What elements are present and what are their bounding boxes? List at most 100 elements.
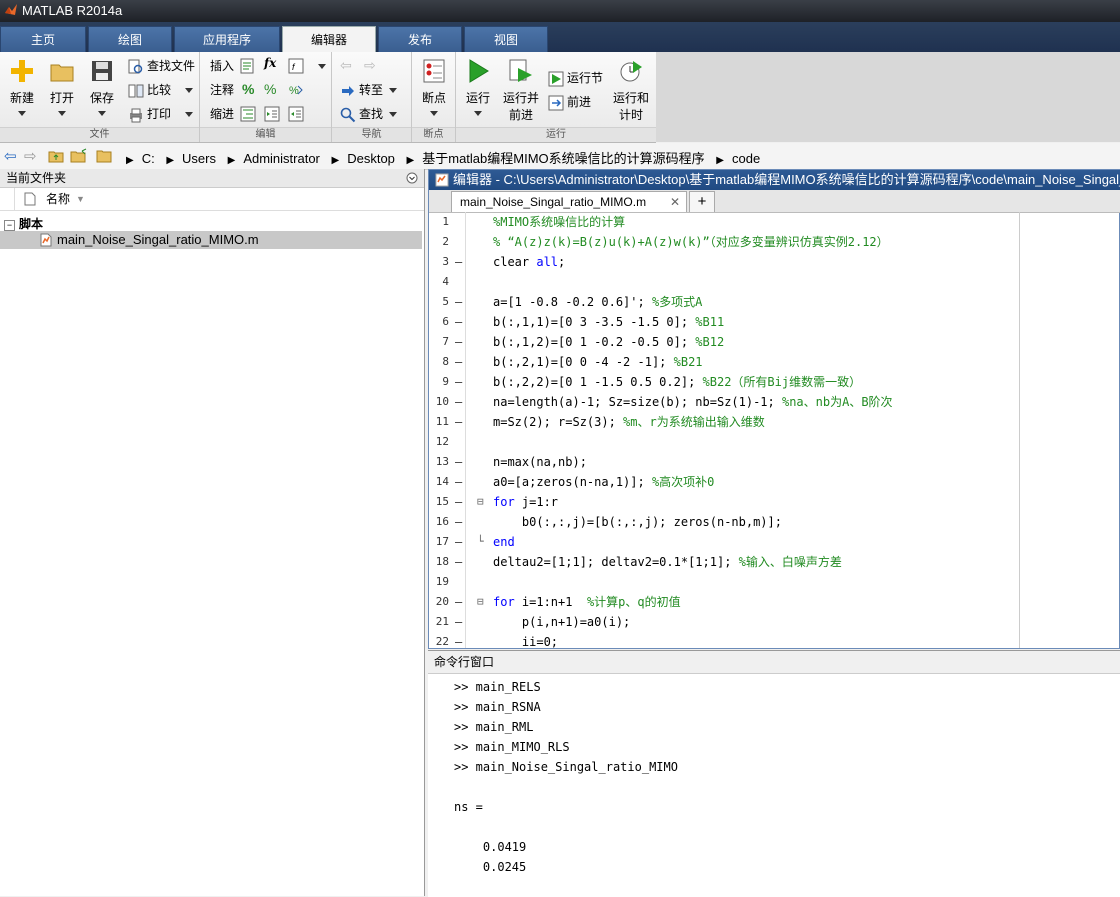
panel-menu-icon[interactable]: [406, 172, 418, 184]
command-window[interactable]: 命令行窗口 >> main_RELS >> main_RSNA >> main_RM…: [428, 650, 1120, 897]
collapse-icon[interactable]: −: [4, 220, 15, 231]
breadcrumb-item[interactable]: 基于matlab编程MIMO系统噪信比的计算源码程序: [422, 151, 704, 166]
tab-home[interactable]: 主页: [0, 26, 86, 52]
code-line[interactable]: 14– a0=[a;zeros(n-na,1)]; %高次项补0: [429, 472, 1120, 492]
close-icon[interactable]: ✕: [670, 192, 680, 212]
forward-arrow-icon[interactable]: ⇨: [24, 147, 37, 165]
code-line[interactable]: 4: [429, 272, 1120, 292]
breakpoint-marker[interactable]: –: [455, 312, 462, 332]
wrap-comments-icon[interactable]: %: [288, 82, 304, 98]
percent-icon[interactable]: %: [242, 81, 254, 97]
new-button[interactable]: 新建: [2, 56, 42, 120]
breakpoint-marker[interactable]: –: [455, 632, 462, 648]
find-files-icon: [128, 59, 143, 74]
breakpoint-marker[interactable]: –: [455, 452, 462, 472]
fold-icon[interactable]: ⊟: [477, 592, 484, 612]
comment-button[interactable]: 注释: [210, 80, 234, 100]
code-line[interactable]: 18– deltau2=[1;1]; deltav2=0.1*[1;1]; %输入…: [429, 552, 1120, 572]
breakpoint-marker[interactable]: –: [455, 612, 462, 632]
breakpoint-marker[interactable]: –: [455, 292, 462, 312]
run-button[interactable]: 运行: [458, 56, 498, 120]
code-line[interactable]: 8– b(:,2,1)=[0 0 -4 -2 -1]; %B21: [429, 352, 1120, 372]
code-line[interactable]: 10– na=length(a)-1; Sz=size(b); nb=Sz(1)-…: [429, 392, 1120, 412]
goto-button[interactable]: 转至: [340, 80, 398, 100]
chevron-down-icon[interactable]: [318, 64, 326, 69]
breakpoint-marker[interactable]: –: [455, 392, 462, 412]
run-section-button[interactable]: 运行节: [548, 68, 603, 88]
smart-indent-icon[interactable]: [240, 106, 256, 122]
code-line[interactable]: 9– b(:,2,2)=[0 1 -1.5 0.5 0.2]; %B22（所有Bi…: [429, 372, 1120, 392]
breakpoint-marker[interactable]: –: [455, 352, 462, 372]
code-line[interactable]: 12: [429, 432, 1120, 452]
code-line[interactable]: 3– clear all;: [429, 252, 1120, 272]
save-button[interactable]: 保存: [82, 56, 122, 120]
tab-view[interactable]: 视图: [464, 26, 548, 52]
forward-arrow-icon[interactable]: ⇨: [364, 57, 376, 74]
find-button[interactable]: 查找: [340, 104, 398, 124]
indent-button[interactable]: 缩进: [210, 104, 234, 124]
fx-icon[interactable]: fx: [264, 56, 276, 70]
tab-apps[interactable]: 应用程序: [174, 26, 280, 52]
code-line[interactable]: 19: [429, 572, 1120, 592]
code-line[interactable]: 1 %MIMO系统噪信比的计算: [429, 212, 1120, 232]
breakpoint-marker[interactable]: –: [455, 412, 462, 432]
increase-indent-icon[interactable]: [264, 106, 280, 122]
compare-button[interactable]: 比较: [128, 80, 194, 100]
breakpoint-marker[interactable]: –: [455, 512, 462, 532]
insert-section-icon[interactable]: [240, 58, 256, 74]
code-line[interactable]: 13– n=max(na,nb);: [429, 452, 1120, 472]
breadcrumb-item[interactable]: Administrator: [243, 151, 320, 166]
back-arrow-icon[interactable]: ⇦: [340, 57, 352, 74]
tab-plots[interactable]: 绘图: [88, 26, 172, 52]
back-arrow-icon[interactable]: ⇦: [4, 147, 17, 165]
uncomment-icon[interactable]: %: [264, 81, 276, 97]
browse-folder-icon[interactable]: [70, 148, 88, 164]
tab-publish[interactable]: 发布: [378, 26, 462, 52]
breakpoint-marker[interactable]: –: [455, 372, 462, 392]
print-button[interactable]: 打印: [128, 104, 194, 124]
code-line[interactable]: 15– ⊟ for j=1:r: [429, 492, 1120, 512]
editor-file-tab[interactable]: main_Noise_Singal_ratio_MIMO.m ✕: [451, 191, 687, 212]
open-button[interactable]: 打开: [42, 56, 82, 120]
breakpoint-marker[interactable]: –: [455, 552, 462, 572]
breadcrumb-item[interactable]: Desktop: [347, 151, 395, 166]
breakpoint-marker[interactable]: –: [455, 252, 462, 272]
breadcrumb-item[interactable]: C:: [142, 151, 155, 166]
code-line[interactable]: 16– b0(:,:,j)=[b(:,:,j); zeros(n-nb,m)];: [429, 512, 1120, 532]
code-text: n=max(na,nb);: [493, 452, 587, 472]
run-and-time-button[interactable]: 运行和 计时: [610, 56, 652, 123]
breakpoint-marker[interactable]: –: [455, 472, 462, 492]
code-line[interactable]: 11– m=Sz(2); r=Sz(3); %m、r为系统输出输入维数: [429, 412, 1120, 432]
fold-icon[interactable]: ⊟: [477, 492, 484, 512]
code-line[interactable]: 6– b(:,1,1)=[0 3 -3.5 -1.5 0]; %B11: [429, 312, 1120, 332]
code-area[interactable]: 1 %MIMO系统噪信比的计算 2 % “A(z)z(k)=B(z)u(k)+A(z)…: [429, 212, 1120, 648]
insert-function-icon[interactable]: f: [288, 58, 304, 74]
code-line[interactable]: 20– ⊟ for i=1:n+1 %计算p、q的初值: [429, 592, 1120, 612]
code-line[interactable]: 2 % “A(z)z(k)=B(z)u(k)+A(z)w(k)”（对应多变量辨识仿…: [429, 232, 1120, 252]
fold-icon[interactable]: └: [477, 532, 484, 552]
code-line[interactable]: 22– ii=0;: [429, 632, 1120, 648]
insert-button[interactable]: 插入: [210, 56, 234, 76]
advance-button[interactable]: 前进: [548, 92, 591, 112]
code-line[interactable]: 17– └ end: [429, 532, 1120, 552]
breadcrumb-item[interactable]: Users: [182, 151, 216, 166]
breakpoints-button[interactable]: 断点: [414, 56, 454, 120]
tab-editor[interactable]: 编辑器: [282, 26, 376, 52]
run-and-advance-button[interactable]: 运行并 前进: [500, 56, 542, 123]
breakpoint-marker[interactable]: –: [455, 492, 462, 512]
breakpoint-marker[interactable]: –: [455, 332, 462, 352]
new-tab-button[interactable]: +: [689, 191, 715, 212]
breakpoint-marker[interactable]: –: [455, 592, 462, 612]
name-column-header[interactable]: 名称 ▼: [0, 188, 424, 211]
command-window-output[interactable]: >> main_RELS >> main_RSNA >> main_RML >> ma…: [454, 677, 678, 877]
list-item[interactable]: main_Noise_Singal_ratio_MIMO.m: [0, 231, 422, 249]
breadcrumb-item[interactable]: code: [732, 151, 760, 166]
code-line[interactable]: 7– b(:,1,2)=[0 1 -0.2 -0.5 0]; %B12: [429, 332, 1120, 352]
code-line[interactable]: 5– a=[1 -0.8 -0.2 0.6]'; %多项式A: [429, 292, 1120, 312]
find-files-button[interactable]: 查找文件: [128, 56, 195, 76]
up-folder-icon[interactable]: [48, 148, 64, 164]
breakpoint-marker[interactable]: –: [455, 532, 462, 552]
code-line[interactable]: 21– p(i,n+1)=a0(i);: [429, 612, 1120, 632]
sort-down-icon[interactable]: ▼: [76, 188, 85, 210]
decrease-indent-icon[interactable]: [288, 106, 304, 122]
